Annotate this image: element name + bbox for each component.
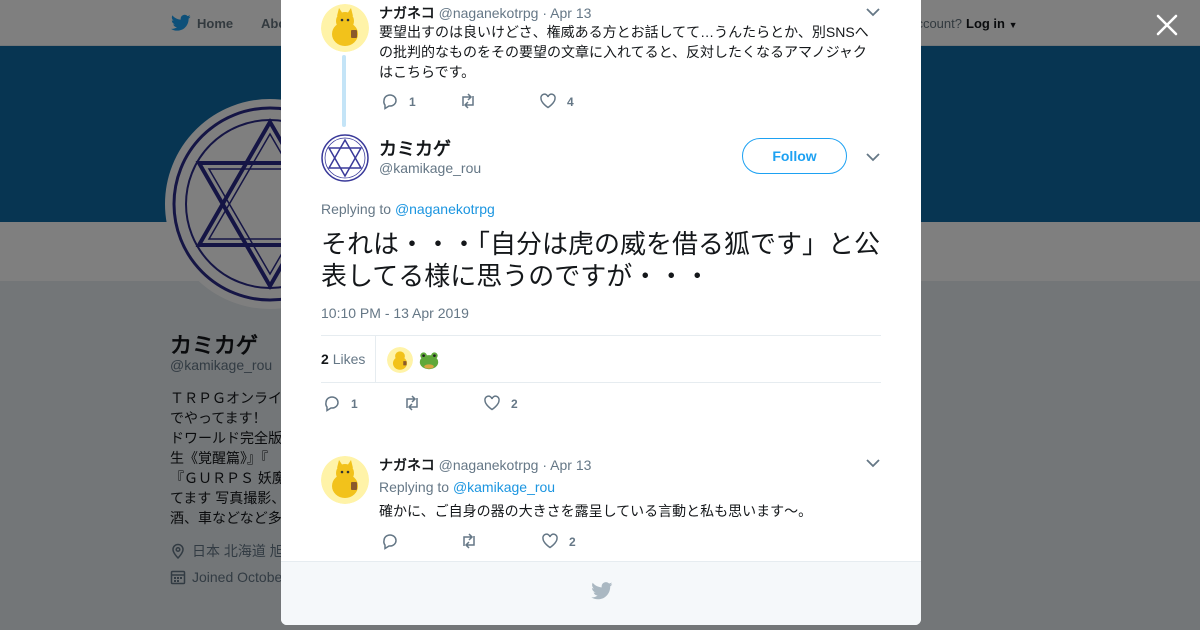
chevron-down-icon[interactable] bbox=[866, 152, 880, 162]
main-tweet-avatar[interactable] bbox=[321, 134, 369, 182]
stats-divider bbox=[375, 336, 376, 382]
reply-button[interactable] bbox=[381, 532, 409, 552]
like-count: 4 bbox=[567, 95, 574, 109]
like-button[interactable]: 2 bbox=[541, 532, 576, 552]
tweet-date[interactable]: · Apr 13 bbox=[542, 457, 591, 473]
close-icon[interactable] bbox=[1154, 12, 1180, 38]
replying-to: Replying to @naganekotrpg bbox=[321, 201, 495, 217]
reply-icon bbox=[325, 396, 339, 412]
heart-icon bbox=[542, 533, 558, 549]
retweet-icon bbox=[462, 93, 474, 109]
reply-replying-to: Replying to @kamikage_rou bbox=[379, 479, 555, 495]
main-tweet-text: それは・・・「自分は虎の威を借る狐です」と公表してる様に思うのですが・・・ bbox=[321, 229, 881, 291]
reply-tweet-avatar[interactable] bbox=[321, 456, 369, 504]
like-count: 2 bbox=[511, 397, 518, 411]
thread-connector bbox=[342, 55, 346, 127]
cat-avatar-image bbox=[321, 4, 369, 52]
heart-icon bbox=[484, 395, 500, 411]
reply-tweet-text: 確かに、ご自身の器の大きさを露呈している言動と私も思います～。 bbox=[379, 503, 813, 519]
reply-button[interactable]: 1 bbox=[323, 394, 358, 414]
retweet-button[interactable] bbox=[403, 394, 431, 414]
cat-avatar-image bbox=[387, 347, 413, 373]
tweet-stats: 2 Likes bbox=[321, 335, 881, 383]
reply-icon bbox=[383, 94, 397, 110]
like-button[interactable]: 4 bbox=[539, 92, 574, 112]
cat-avatar-image bbox=[321, 456, 369, 504]
replying-prefix: Replying to bbox=[379, 479, 450, 495]
tweet-author-name[interactable]: ナガネコ bbox=[379, 457, 435, 473]
retweet-icon bbox=[406, 395, 418, 411]
retweet-button[interactable] bbox=[459, 92, 487, 112]
reply-count: 1 bbox=[409, 95, 416, 109]
retweet-icon bbox=[463, 533, 475, 549]
frog-avatar-image bbox=[416, 347, 442, 373]
reply-button[interactable]: 1 bbox=[381, 92, 416, 112]
like-button[interactable]: 2 bbox=[483, 394, 518, 414]
main-tweet-author-handle[interactable]: @kamikage_rou bbox=[379, 160, 481, 176]
tweet-header: ナガネコ @naganekotrpg · Apr 13 bbox=[379, 3, 591, 23]
reply-count: 1 bbox=[351, 397, 358, 411]
replying-prefix: Replying to bbox=[321, 201, 392, 217]
tweet-author-handle[interactable]: @naganekotrpg bbox=[439, 457, 539, 473]
twitter-bird-icon bbox=[591, 582, 613, 600]
tweet-author-name[interactable]: ナガネコ bbox=[379, 5, 435, 21]
tweet-author-handle[interactable]: @naganekotrpg bbox=[439, 5, 539, 21]
main-tweet-author-name[interactable]: カミカゲ bbox=[379, 135, 451, 161]
chevron-down-icon[interactable] bbox=[866, 458, 880, 468]
main-tweet-actions: 1 2 bbox=[323, 394, 623, 414]
tweet-text: 要望出すのは良いけどさ、権威ある方とお話してて…うんたらとか、別SNSへの批判的… bbox=[379, 24, 869, 80]
liker-avatar[interactable] bbox=[416, 347, 442, 373]
tweet-date[interactable]: · Apr 13 bbox=[542, 5, 591, 21]
replying-to-link[interactable]: @kamikage_rou bbox=[453, 479, 555, 495]
heart-icon bbox=[540, 93, 556, 109]
chevron-down-icon[interactable] bbox=[866, 7, 880, 17]
replying-to-link[interactable]: @naganekotrpg bbox=[395, 201, 495, 217]
likes-stat-count: 2 bbox=[321, 351, 329, 367]
main-tweet-timestamp[interactable]: 10:10 PM - 13 Apr 2019 bbox=[321, 305, 469, 321]
modal-footer bbox=[281, 561, 921, 625]
liker-avatar[interactable] bbox=[387, 347, 413, 373]
likes-stat-label: Likes bbox=[332, 351, 366, 367]
tweet-permalink-modal: ナガネコ @naganekotrpg · Apr 13 要望出すのは良いけどさ、… bbox=[281, 0, 921, 625]
likes-stat[interactable]: 2 Likes bbox=[321, 351, 365, 367]
follow-button[interactable]: Follow bbox=[742, 138, 847, 174]
hexagram-avatar-image bbox=[321, 134, 369, 182]
reply-icon bbox=[383, 534, 397, 550]
tweet-avatar[interactable] bbox=[321, 4, 369, 52]
tweet-actions: 1 4 bbox=[381, 92, 681, 112]
retweet-button[interactable] bbox=[460, 532, 488, 552]
like-count: 2 bbox=[569, 535, 576, 549]
reply-tweet-actions: 2 bbox=[381, 532, 681, 552]
reply-tweet-header: ナガネコ @naganekotrpg · Apr 13 bbox=[379, 455, 591, 475]
